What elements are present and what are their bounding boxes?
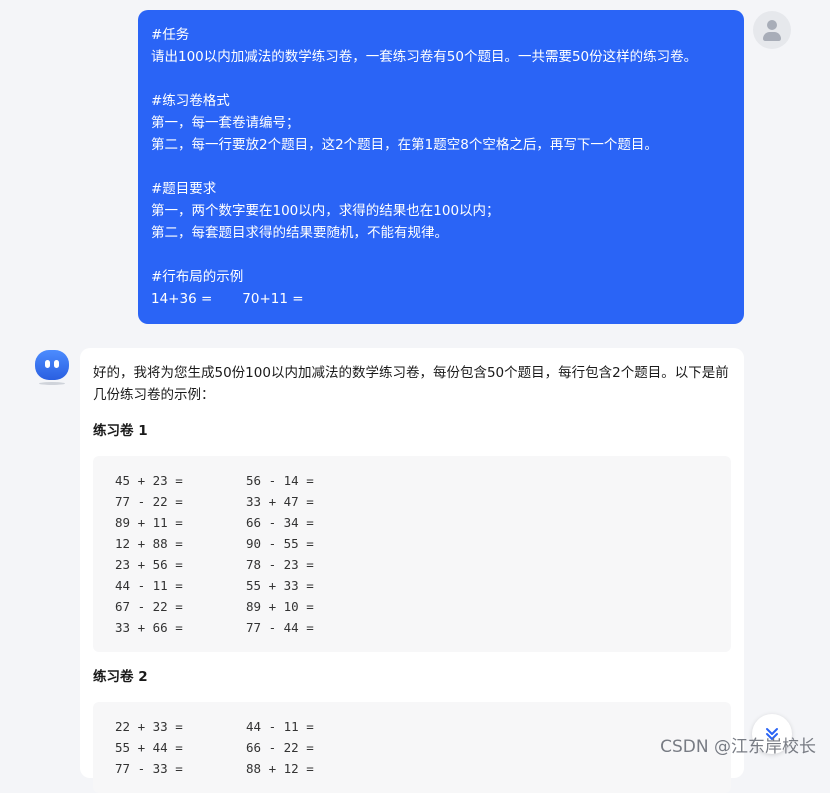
user-message-line: [151, 68, 731, 90]
problem: 89 + 11 =: [115, 515, 183, 530]
sheet-title: 练习卷 1: [93, 423, 148, 439]
problem-row: 12 + 88 = 90 - 55 =: [115, 533, 709, 554]
user-message-line: 14+36 = 70+11 =: [151, 291, 304, 307]
problem-row: 77 - 22 = 33 + 47 =: [115, 491, 709, 512]
user-message-bubble: #任务 请出100以内加减法的数学练习卷，一套练习卷有50个题目。一共需要50份…: [138, 10, 744, 324]
user-message-line: 第一，每一套卷请编号；: [151, 115, 300, 131]
problem: 88 + 12 =: [246, 761, 314, 776]
code-block: 45 + 23 = 56 - 14 = 77 - 22 = 33 + 47 = 89…: [93, 456, 731, 652]
robot-avatar-icon: [33, 349, 71, 387]
sheet-title: 练习卷 2: [93, 669, 148, 685]
problem: 67 - 22 =: [115, 599, 183, 614]
problem: 77 - 22 =: [115, 494, 183, 509]
user-message-line: #行布局的示例: [151, 269, 244, 285]
problem: 44 - 11 =: [115, 578, 183, 593]
problem: 78 - 23 =: [246, 557, 314, 572]
user-message-line: #任务: [151, 27, 190, 43]
problem: 66 - 22 =: [246, 740, 314, 755]
watermark: CSDN @江东岸校长: [660, 737, 816, 757]
problem-row: 55 + 44 = 66 - 22 =: [115, 737, 709, 758]
user-message-line: 第一，两个数字要在100以内，求得的结果也在100以内；: [151, 203, 500, 219]
user-avatar-icon: [753, 11, 791, 49]
problem: 22 + 33 =: [115, 719, 183, 734]
problem: 77 - 33 =: [115, 761, 183, 776]
problem: 33 + 47 =: [246, 494, 314, 509]
problem-row: 77 - 33 = 88 + 12 =: [115, 758, 709, 779]
bot-message-bubble: 好的，我将为您生成50份100以内加减法的数学练习卷，每份包含50个题目，每行包…: [80, 348, 744, 793]
problem: 55 + 33 =: [246, 578, 314, 593]
user-message-line: [151, 244, 731, 266]
user-message-line: 第二，每套题目求得的结果要随机，不能有规律。: [151, 225, 448, 241]
problem: 90 - 55 =: [246, 536, 314, 551]
problem-row: 22 + 33 = 44 - 11 =: [115, 716, 709, 737]
problem: 89 + 10 =: [246, 599, 314, 614]
problem-row: 23 + 56 = 78 - 23 =: [115, 554, 709, 575]
user-message-line: [151, 156, 731, 178]
problem: 33 + 66 =: [115, 620, 183, 635]
problem: 56 - 14 =: [246, 473, 314, 488]
problem-row: 33 + 66 = 77 - 44 =: [115, 617, 709, 638]
problem: 66 - 34 =: [246, 515, 314, 530]
problem-row: 45 + 23 = 56 - 14 =: [115, 470, 709, 491]
problem: 55 + 44 =: [115, 740, 183, 755]
user-message-line: 请出100以内加减法的数学练习卷，一套练习卷有50个题目。一共需要50份这样的练…: [151, 49, 698, 65]
problem: 12 + 88 =: [115, 536, 183, 551]
user-message-line: #题目要求: [151, 181, 217, 197]
user-message-line: 第二，每一行要放2个题目，这2个题目，在第1题空8个空格之后，再写下一个题目。: [151, 137, 658, 153]
user-message-line: #练习卷格式: [151, 93, 230, 109]
bot-intro-text: 好的，我将为您生成50份100以内加减法的数学练习卷，每份包含50个题目，每行包…: [93, 365, 729, 403]
problem-row: 67 - 22 = 89 + 10 =: [115, 596, 709, 617]
problem: 23 + 56 =: [115, 557, 183, 572]
problem: 77 - 44 =: [246, 620, 314, 635]
problem: 44 - 11 =: [246, 719, 314, 734]
problem-row: 44 - 11 = 55 + 33 =: [115, 575, 709, 596]
code-block: 22 + 33 = 44 - 11 = 55 + 44 = 66 - 22 = 77…: [93, 702, 731, 793]
problem: 45 + 23 =: [115, 473, 183, 488]
problem-row: 89 + 11 = 66 - 34 =: [115, 512, 709, 533]
